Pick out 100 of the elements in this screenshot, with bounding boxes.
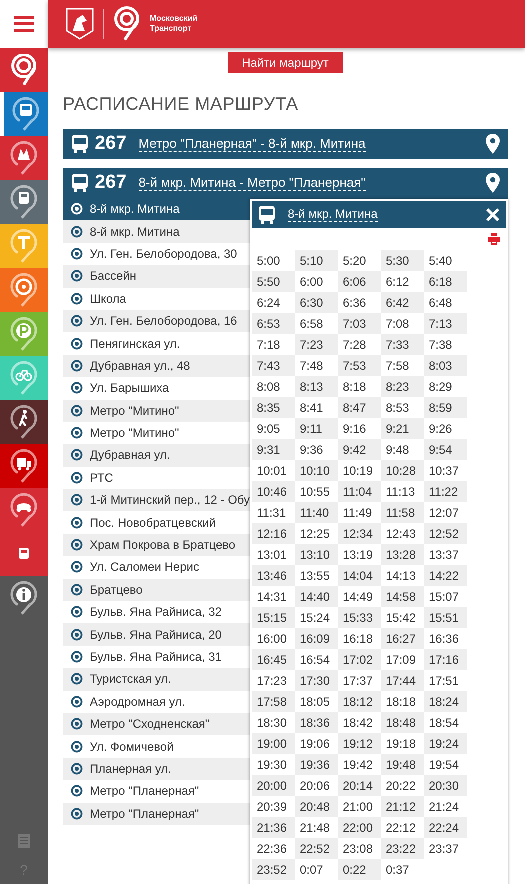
departure-time: 5:00: [256, 252, 282, 270]
stop-name: Школа: [90, 292, 126, 306]
departure-time: 18:42: [342, 714, 374, 732]
departure-time: 19:24: [424, 733, 467, 754]
departure-time: 14:22: [424, 565, 467, 586]
stop-name: 1-й Митинский пер., 12 - Обу: [90, 493, 250, 508]
stop-name: 8-й мкр. Митина: [90, 224, 180, 239]
departure-time: 19:12: [338, 733, 381, 754]
departure-time: 17:02: [338, 649, 381, 670]
departure-time: 8:08: [256, 378, 282, 396]
departure-time: 6:36: [342, 294, 368, 312]
departure-time: 21:00: [342, 798, 374, 816]
stop-name: Метро "Митино": [90, 426, 180, 440]
stop-name: 8-й мкр. Митина: [90, 202, 180, 216]
departure-time: 10:55: [299, 484, 332, 500]
departure-time: 11:04: [338, 481, 381, 502]
stop-name: Пос. Новобратцевский: [90, 516, 216, 530]
departure-time: 22:52: [295, 838, 338, 859]
stop-name: Бульв. Яна Райниса, 20: [90, 628, 222, 642]
departure-time: 10:01: [256, 462, 288, 480]
departure-time: 11:58: [381, 502, 424, 523]
departure-time: 8:13: [295, 376, 338, 397]
departure-time: 12:25: [299, 526, 332, 542]
stop-name: Бульв. Яна Райниса, 32: [90, 605, 222, 620]
departure-time: 13:55: [299, 568, 332, 584]
departure-time: 20:48: [295, 796, 338, 817]
departure-time: 18:18: [385, 694, 418, 710]
departure-time: 14:40: [295, 586, 338, 607]
departure-time: 15:42: [385, 610, 418, 626]
departure-time: 19:48: [381, 754, 424, 775]
departure-time: 6:12: [385, 274, 410, 290]
stop-name: РТС: [90, 470, 114, 485]
departure-time: 17:30: [295, 670, 338, 691]
stop-name: Метро "Митино": [90, 404, 180, 418]
departure-time: 7:08: [385, 316, 410, 332]
departure-time: 6:42: [381, 292, 424, 313]
departure-time: 20:39: [256, 798, 288, 816]
departure-time: 9:11: [295, 418, 338, 439]
page-title: РАСПИСАНИЕ МАРШРУТА: [63, 94, 300, 115]
departure-time: 14:31: [256, 588, 288, 606]
departure-time: 9:36: [299, 442, 324, 458]
departure-time: 6:24: [256, 294, 282, 312]
departure-time: 18:54: [428, 714, 460, 732]
departure-time: 20:00: [252, 775, 295, 796]
departure-time: 13:28: [381, 544, 424, 565]
departure-time: 8:03: [424, 355, 467, 376]
departure-time: 7:53: [338, 355, 381, 376]
departure-time: 5:20: [342, 252, 368, 270]
departure-time: 17:37: [342, 672, 374, 690]
departure-time: 6:48: [428, 294, 454, 312]
departure-time: 12:52: [424, 523, 467, 544]
stop-name: Братцево: [90, 582, 143, 597]
departure-time: 10:46: [252, 481, 295, 502]
departure-time: 7:23: [295, 334, 338, 355]
stop-name: Дубравная ул.: [90, 448, 170, 462]
stop-name: Метро "Планерная": [90, 784, 200, 798]
departure-time: 9:48: [385, 442, 410, 458]
departure-time: 19:54: [428, 756, 460, 774]
departure-time: 15:33: [338, 607, 381, 628]
departure-time: 9:54: [424, 439, 467, 460]
departure-time: 5:10: [295, 250, 338, 271]
departure-time: 15:24: [299, 610, 332, 626]
departure-time: 22:24: [424, 817, 467, 838]
departure-time: 23:08: [342, 840, 374, 858]
departure-time: 13:01: [256, 546, 288, 564]
departure-time: 21:36: [252, 817, 295, 838]
stop-name: Метро "Сходненская": [90, 717, 210, 732]
departure-time: 7:58: [385, 358, 410, 374]
departure-time: 16:27: [381, 628, 424, 649]
departure-time: 16:00: [256, 630, 288, 648]
departure-time: 19:36: [295, 754, 338, 775]
departure-time: 6:06: [338, 271, 381, 292]
logo-text: Московский Транспорт: [150, 14, 198, 34]
departure-time: 23:37: [428, 840, 460, 858]
departure-time: 8:35: [252, 397, 295, 418]
departure-time: 13:10: [295, 544, 338, 565]
departure-time: 9:31: [252, 439, 295, 460]
stop-name: Аэродромная ул.: [90, 694, 186, 709]
departure-time: 13:37: [428, 546, 460, 564]
departure-time: 6:00: [299, 274, 324, 290]
departure-time: 17:58: [252, 691, 295, 712]
departure-time: 21:24: [428, 798, 460, 816]
departure-time: 17:44: [381, 670, 424, 691]
departure-time: 10:10: [295, 460, 338, 481]
stop-name: Ул. Ген. Белобородова, 16: [90, 314, 238, 328]
departure-time: 16:18: [342, 630, 374, 648]
departure-time: 15:51: [424, 607, 467, 628]
stop-name: Храм Покрова в Братцево: [90, 538, 236, 552]
stop-name: Туристская ул.: [90, 672, 172, 686]
departure-time: 19:06: [299, 736, 332, 752]
stop-name: Бульв. Яна Райниса, 31: [90, 650, 222, 664]
departure-time: 7:18: [256, 336, 282, 354]
departure-time: 13:19: [342, 546, 374, 564]
departure-time: 17:23: [256, 672, 288, 690]
departure-time: 8:53: [385, 400, 410, 416]
departure-time: 0:37: [385, 862, 410, 878]
departure-time: 13:46: [252, 565, 295, 586]
stop-name: Пенягинская ул.: [90, 336, 180, 351]
departure-time: 10:19: [342, 462, 374, 480]
departure-time: 0:07: [299, 862, 324, 878]
